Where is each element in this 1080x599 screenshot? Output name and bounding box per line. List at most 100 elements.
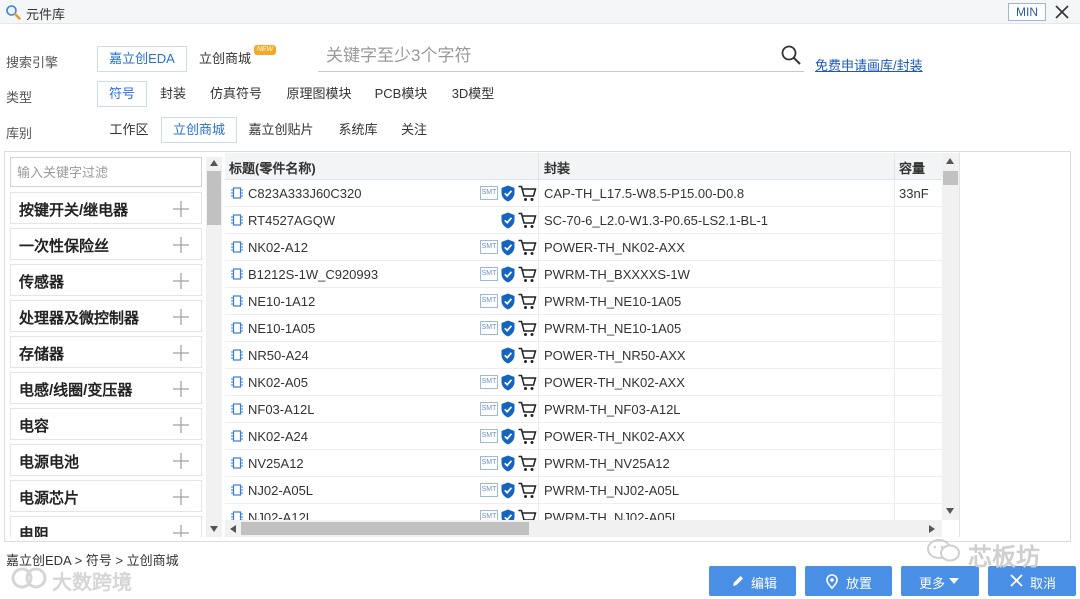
category-label: 存储器 bbox=[19, 346, 65, 363]
table-row[interactable]: NE10-1A05 SMT PWRM-TH_NE10-1A05 bbox=[225, 315, 942, 342]
table-row[interactable]: NK02-A05 SMT POWER-TH_NK02-AXX bbox=[225, 369, 942, 396]
category-item-memory[interactable]: 存储器 bbox=[10, 336, 202, 368]
cart-icon[interactable] bbox=[518, 239, 537, 256]
expand-plus-icon[interactable] bbox=[171, 487, 191, 507]
scroll-up-icon[interactable] bbox=[210, 160, 218, 166]
table-vscrollbar[interactable] bbox=[942, 153, 959, 520]
category-filter bbox=[10, 157, 202, 187]
table-row[interactable]: NF03-A12L SMT PWRM-TH_NF03-A12L bbox=[225, 396, 942, 423]
category-scroll-thumb[interactable] bbox=[207, 171, 221, 225]
category-item-power-ic[interactable]: 电源芯片 bbox=[10, 480, 202, 512]
type-option-symbol[interactable]: 符号 bbox=[97, 81, 147, 107]
scroll-down-icon[interactable] bbox=[210, 526, 218, 532]
component-chip-icon bbox=[231, 349, 243, 361]
search-icon[interactable] bbox=[780, 44, 802, 66]
table-hscrollbar[interactable] bbox=[225, 520, 942, 537]
category-label: 电源电池 bbox=[19, 454, 80, 471]
category-item-sensor[interactable]: 传感器 bbox=[10, 264, 202, 296]
cart-icon[interactable] bbox=[518, 320, 537, 337]
verified-shield-icon bbox=[501, 374, 515, 391]
smt-badge: SMT bbox=[480, 375, 498, 389]
cart-icon[interactable] bbox=[518, 374, 537, 391]
type-option-sim-symbol[interactable]: 仿真符号 bbox=[203, 81, 269, 107]
library-option-jlc-smt[interactable]: 嘉立创贴片 bbox=[243, 117, 319, 143]
expand-plus-icon[interactable] bbox=[171, 523, 191, 537]
verified-shield-icon bbox=[501, 185, 515, 202]
scroll-down-icon[interactable] bbox=[946, 508, 954, 514]
place-button[interactable]: 放置 bbox=[805, 566, 892, 596]
type-option-schematic-module[interactable]: 原理图模块 bbox=[279, 81, 359, 107]
engine-option-jlceda[interactable]: 嘉立创EDA bbox=[97, 46, 187, 72]
part-name: NV25A12 bbox=[248, 456, 304, 471]
expand-plus-icon[interactable] bbox=[171, 451, 191, 471]
category-scrollbar[interactable] bbox=[206, 157, 222, 537]
cart-icon[interactable] bbox=[518, 482, 537, 499]
scroll-right-icon[interactable] bbox=[929, 525, 935, 533]
component-chip-icon bbox=[231, 322, 243, 334]
type-option-footprint[interactable]: 封装 bbox=[152, 81, 194, 107]
engine-option-lcsc[interactable]: 立创商城 bbox=[192, 46, 258, 72]
cart-icon[interactable] bbox=[518, 509, 537, 520]
category-item-resistor[interactable]: 电阻 bbox=[10, 516, 202, 537]
cart-icon[interactable] bbox=[518, 347, 537, 364]
component-chip-icon bbox=[231, 295, 243, 307]
column-header-title[interactable]: 标题(零件名称) bbox=[229, 158, 316, 177]
table-row[interactable]: NK02-A24 SMT POWER-TH_NK02-AXX bbox=[225, 423, 942, 450]
verified-shield-icon bbox=[501, 266, 515, 283]
category-item-power-battery[interactable]: 电源电池 bbox=[10, 444, 202, 476]
scroll-up-icon[interactable] bbox=[946, 158, 954, 164]
minimize-button[interactable]: MIN bbox=[1008, 3, 1046, 21]
expand-plus-icon[interactable] bbox=[171, 307, 191, 327]
table-row[interactable]: NK02-A12 SMT POWER-TH_NK02-AXX bbox=[225, 234, 942, 261]
category-filter-input[interactable] bbox=[11, 158, 201, 186]
component-chip-icon bbox=[231, 430, 243, 442]
table-row[interactable]: NJ02-A05L SMT PWRM-TH_NJ02-A05L bbox=[225, 477, 942, 504]
edit-button[interactable]: 编辑 bbox=[709, 566, 796, 596]
cart-icon[interactable] bbox=[518, 455, 537, 472]
expand-plus-icon[interactable] bbox=[171, 415, 191, 435]
category-item-processor-mcu[interactable]: 处理器及微控制器 bbox=[10, 300, 202, 332]
table-row[interactable]: NV25A12 SMT PWRM-TH_NV25A12 bbox=[225, 450, 942, 477]
caret-down-icon bbox=[949, 578, 959, 584]
close-icon[interactable] bbox=[1054, 3, 1070, 21]
package-name: PWRM-TH_NV25A12 bbox=[544, 456, 670, 471]
smt-badge: SMT bbox=[480, 429, 498, 443]
column-header-capacity[interactable]: 容量 bbox=[899, 158, 925, 177]
cart-icon[interactable] bbox=[518, 428, 537, 445]
table-row[interactable]: C823A333J60C320 SMT CAP-TH_L17.5-W8.5-P15.… bbox=[225, 180, 942, 207]
table-vscroll-thumb[interactable] bbox=[943, 171, 958, 185]
table-hscroll-thumb[interactable] bbox=[241, 522, 529, 535]
cart-icon[interactable] bbox=[518, 212, 537, 229]
table-row[interactable]: NE10-1A12 SMT PWRM-TH_NE10-1A05 bbox=[225, 288, 942, 315]
library-option-workspace[interactable]: 工作区 bbox=[103, 117, 155, 143]
table-row[interactable]: B1212S-1W_C920993 SMT PWRM-TH_BXXXXS-1W bbox=[225, 261, 942, 288]
cart-icon[interactable] bbox=[518, 401, 537, 418]
cart-icon[interactable] bbox=[518, 293, 537, 310]
library-option-system[interactable]: 系统库 bbox=[330, 117, 386, 143]
category-item-switch-relay[interactable]: 按键开关/继电器 bbox=[10, 192, 202, 224]
library-option-lcsc[interactable]: 立创商城 bbox=[161, 117, 237, 143]
category-item-capacitor[interactable]: 电容 bbox=[10, 408, 202, 440]
cart-icon[interactable] bbox=[518, 266, 537, 283]
library-option-follow[interactable]: 关注 bbox=[394, 117, 434, 143]
column-header-package[interactable]: 封装 bbox=[544, 158, 570, 177]
watermark-right: 芯板坊 bbox=[968, 544, 1040, 571]
expand-plus-icon[interactable] bbox=[171, 271, 191, 291]
cart-icon[interactable] bbox=[518, 185, 537, 202]
expand-plus-icon[interactable] bbox=[171, 379, 191, 399]
category-item-fuse[interactable]: 一次性保险丝 bbox=[10, 228, 202, 260]
expand-plus-icon[interactable] bbox=[171, 343, 191, 363]
table-row[interactable]: NJ02-A12L SMT PWRM-TH_NJ02-A05L bbox=[225, 504, 942, 520]
part-name: NJ02-A12L bbox=[248, 510, 314, 520]
table-row[interactable]: RT4527AGQW SC-70-6_L2.0-W1.3-P0.65-LS2.1-… bbox=[225, 207, 942, 234]
type-option-3d-model[interactable]: 3D模型 bbox=[445, 81, 501, 107]
type-option-pcb-module[interactable]: PCB模块 bbox=[366, 81, 436, 107]
apply-library-link[interactable]: 免费申请画库/封装 bbox=[815, 55, 923, 74]
search-input[interactable] bbox=[326, 44, 766, 68]
part-name: NF03-A12L bbox=[248, 402, 315, 417]
expand-plus-icon[interactable] bbox=[171, 235, 191, 255]
scroll-left-icon[interactable] bbox=[230, 525, 236, 533]
category-item-inductor-transformer[interactable]: 电感/线圈/变压器 bbox=[10, 372, 202, 404]
table-row[interactable]: NR50-A24 POWER-TH_NR50-AXX bbox=[225, 342, 942, 369]
expand-plus-icon[interactable] bbox=[171, 199, 191, 219]
